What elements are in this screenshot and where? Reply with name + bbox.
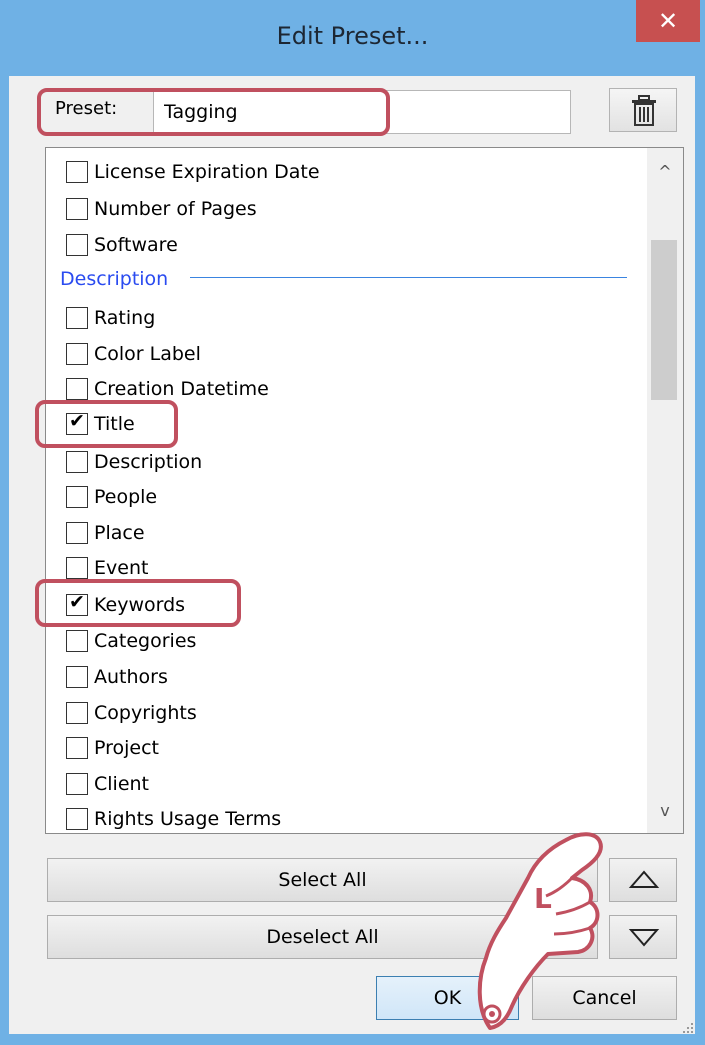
list-item[interactable]: Software (66, 228, 178, 262)
field-list[interactable]: License Expiration Date Number of Pages … (45, 147, 684, 834)
checkbox[interactable] (66, 198, 88, 220)
list-item-label: License Expiration Date (94, 161, 320, 183)
checkbox[interactable] (66, 451, 88, 473)
list-item-label: Color Label (94, 343, 201, 365)
list-item[interactable]: Rating (66, 301, 155, 335)
edit-preset-dialog: Edit Preset... ✕ Preset: License Expirat… (0, 0, 705, 1045)
checkbox[interactable] (66, 234, 88, 256)
list-item-label: Place (94, 522, 145, 544)
scroll-thumb[interactable] (651, 240, 677, 400)
scroll-up-arrow-icon[interactable]: ^ (647, 154, 683, 190)
checkbox[interactable] (66, 486, 88, 508)
section-header-description: Description (60, 268, 169, 290)
list-item-label: Creation Datetime (94, 378, 269, 400)
dialog-title: Edit Preset... (276, 22, 429, 50)
list-item[interactable]: Place (66, 516, 145, 550)
list-item-label: Rating (94, 307, 156, 329)
triangle-down-icon (628, 929, 660, 947)
list-item-label: Description (94, 451, 203, 473)
checkbox[interactable] (66, 307, 88, 329)
checkbox[interactable] (66, 161, 88, 183)
scroll-down-arrow-icon[interactable]: v (647, 793, 683, 829)
move-up-button[interactable] (609, 858, 677, 902)
cancel-button[interactable]: Cancel (532, 976, 677, 1020)
triangle-up-icon (628, 870, 660, 888)
checkbox[interactable] (66, 378, 88, 400)
list-item[interactable]: Number of Pages (66, 192, 257, 226)
list-item[interactable]: Categories (66, 624, 196, 658)
deselect-all-button[interactable]: Deselect All (47, 915, 598, 959)
list-item-label: Categories (94, 630, 197, 652)
close-button[interactable]: ✕ (636, 0, 700, 42)
list-item[interactable]: Authors (66, 660, 168, 694)
checkbox[interactable] (66, 773, 88, 795)
checkbox[interactable] (66, 557, 88, 579)
checkbox[interactable] (66, 343, 88, 365)
checkbox[interactable] (66, 737, 88, 759)
list-item[interactable]: Description (66, 445, 202, 479)
checkbox[interactable] (66, 808, 88, 830)
checkbox[interactable] (66, 666, 88, 688)
list-item-label: Rights Usage Terms (94, 808, 282, 830)
checkbox[interactable] (66, 522, 88, 544)
list-item-label: Project (94, 737, 160, 759)
select-all-button[interactable]: Select All (47, 858, 598, 902)
checkbox[interactable] (66, 630, 88, 652)
delete-preset-button[interactable] (609, 88, 677, 132)
ok-button[interactable]: OK (376, 976, 519, 1020)
list-item[interactable]: Rights Usage Terms (66, 802, 282, 833)
list-item[interactable]: People (66, 480, 157, 514)
list-item[interactable]: Copyrights (66, 696, 197, 730)
list-item-label: Authors (94, 666, 168, 688)
list-item-label: Software (94, 234, 178, 256)
move-down-button[interactable] (609, 915, 677, 959)
list-item-label: Number of Pages (94, 198, 257, 220)
trash-icon (632, 95, 656, 126)
checkbox[interactable] (66, 702, 88, 724)
list-item-label: Event (94, 557, 149, 579)
list-item[interactable]: Color Label (66, 337, 201, 371)
list-item-label: People (94, 486, 158, 508)
list-item[interactable]: Client (66, 767, 149, 801)
list-item[interactable]: License Expiration Date (66, 155, 320, 189)
list-item-label: Copyrights (94, 702, 197, 724)
vertical-scrollbar[interactable]: ^ v (647, 148, 683, 833)
resize-grip-icon[interactable] (682, 1022, 694, 1034)
keywords-highlight (35, 579, 241, 627)
list-item[interactable]: Project (66, 731, 159, 765)
list-item-label: Client (94, 773, 150, 795)
title-highlight (35, 400, 178, 448)
preset-highlight (37, 88, 390, 136)
title-bar[interactable]: Edit Preset... ✕ (0, 0, 705, 76)
section-divider (190, 277, 627, 278)
